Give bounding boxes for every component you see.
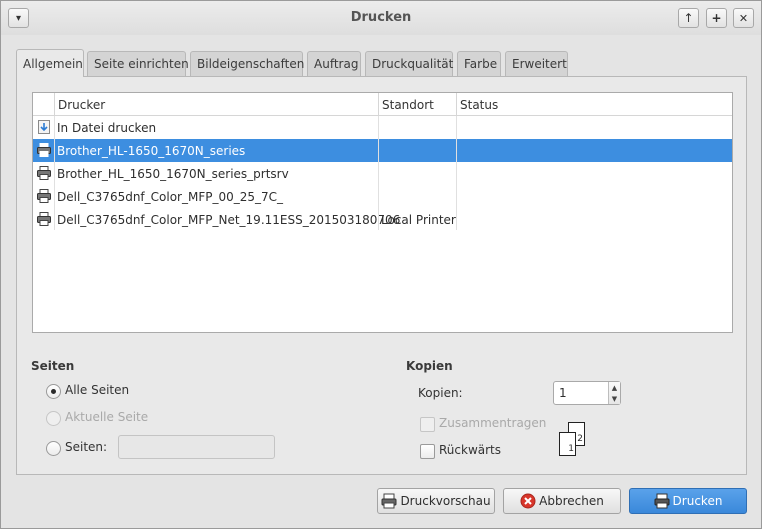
printer-status-cell <box>456 208 732 231</box>
printer-list[interactable]: Drucker Standort Status In Datei drucken… <box>32 92 733 333</box>
printer-row[interactable]: Dell_C3765dnf_Color_MFP_00_25_7C_ <box>33 185 732 208</box>
page-range-radio[interactable] <box>46 441 61 456</box>
arrow-up-icon: ↑ <box>683 11 694 25</box>
tab-job[interactable]: Auftrag <box>307 51 361 76</box>
pages-section-title: Seiten <box>31 359 75 373</box>
close-button[interactable]: ✕ <box>733 8 754 28</box>
printer-location-cell <box>378 139 456 162</box>
copies-count-input[interactable]: 1 ▲ ▼ <box>553 381 621 405</box>
plus-icon: + <box>711 11 722 25</box>
printer-name-cell: In Datei drucken <box>57 120 157 135</box>
copies-section-title: Kopien <box>406 359 453 373</box>
window-title: Drucken <box>350 10 412 25</box>
page-range-label[interactable]: Seiten: <box>65 440 107 454</box>
print-button[interactable]: Drucken <box>629 488 747 514</box>
column-divider <box>456 116 457 230</box>
column-header-printer[interactable]: Drucker <box>54 93 378 116</box>
keep-above-button[interactable]: ↑ <box>678 8 699 28</box>
copies-count-value: 1 <box>559 386 567 400</box>
collate-label: Zusammentragen <box>439 416 547 430</box>
reverse-label[interactable]: Rückwärts <box>439 443 501 457</box>
icon-column-header <box>33 93 54 116</box>
cancel-icon <box>520 493 536 509</box>
print-preview-icon <box>381 493 397 509</box>
copies-spinner[interactable]: ▲ ▼ <box>608 382 620 404</box>
printer-name-cell: Brother_HL-1650_1670N_series <box>57 143 246 158</box>
print-label: Drucken <box>672 494 723 508</box>
column-header-location[interactable]: Standort <box>378 93 456 116</box>
printer-row[interactable]: Brother_HL-1650_1670N_series <box>33 139 732 162</box>
printer-location-cell <box>378 116 456 139</box>
maximize-button[interactable]: + <box>706 8 727 28</box>
printer-icon <box>36 142 52 158</box>
print-preview-button[interactable]: Druckvorschau <box>377 488 495 514</box>
tab-general[interactable]: Allgemein <box>16 49 84 77</box>
current-page-label: Aktuelle Seite <box>65 410 149 424</box>
printer-status-cell <box>456 116 732 139</box>
printer-location-cell: Local Printer <box>381 212 456 227</box>
tab-print-quality[interactable]: Druckqualität <box>365 51 453 76</box>
close-icon: ✕ <box>738 11 749 25</box>
printer-icon <box>36 165 52 181</box>
all-pages-label[interactable]: Alle Seiten <box>65 383 129 397</box>
printer-name-cell: Dell_C3765dnf_Color_MFP_00_25_7C_ <box>57 189 284 204</box>
printer-row[interactable]: Brother_HL_1650_1670N_series_prtsrv <box>33 162 732 185</box>
title-bar: ▾ Drucken ↑ + ✕ <box>1 1 761 35</box>
printer-status-cell <box>456 162 732 185</box>
tab-color[interactable]: Farbe <box>457 51 501 76</box>
tab-page-setup[interactable]: Seite einrichten <box>87 51 189 76</box>
cancel-label: Abbrechen <box>539 494 604 508</box>
copies-count-label: Kopien: <box>418 386 463 400</box>
printer-status-cell <box>456 139 732 162</box>
printer-status-cell <box>456 185 732 208</box>
printer-icon <box>654 493 670 509</box>
printer-row[interactable]: In Datei drucken <box>33 116 732 139</box>
print-preview-label: Druckvorschau <box>400 494 491 508</box>
tab-advanced[interactable]: Erweitert <box>505 51 568 76</box>
page-range-input[interactable] <box>118 435 275 459</box>
reverse-checkbox[interactable] <box>420 444 435 459</box>
collate-pages-icon: 2 1 <box>557 420 589 458</box>
printer-icon <box>36 211 52 227</box>
column-divider <box>54 116 55 230</box>
spin-up-icon[interactable]: ▲ <box>612 384 617 392</box>
column-header-status[interactable]: Status <box>456 93 732 116</box>
print-dialog: ▾ Drucken ↑ + ✕ Allgemein Seite einricht… <box>0 0 762 529</box>
printer-list-header: Drucker Standort Status <box>33 93 732 116</box>
printer-icon <box>36 188 52 204</box>
front-page-icon: 1 <box>559 432 576 456</box>
current-page-radio[interactable] <box>46 411 61 426</box>
printer-name-cell: Brother_HL_1650_1670N_series_prtsrv <box>57 166 289 181</box>
printer-location-cell <box>378 185 456 208</box>
collate-checkbox[interactable] <box>420 417 435 432</box>
column-divider <box>378 116 379 230</box>
printer-location-cell <box>378 162 456 185</box>
all-pages-radio[interactable] <box>46 384 61 399</box>
tab-image-properties[interactable]: Bildeigenschaften <box>190 51 304 76</box>
spin-down-icon[interactable]: ▼ <box>612 395 617 403</box>
printer-row[interactable]: Dell_C3765dnf_Color_MFP_Net_19.11ESS_201… <box>33 208 732 231</box>
printer-name-cell: Dell_C3765dnf_Color_MFP_Net_19.11ESS_201… <box>57 212 401 227</box>
file-download-icon <box>36 119 52 135</box>
cancel-button[interactable]: Abbrechen <box>503 488 621 514</box>
general-panel: Drucker Standort Status In Datei drucken… <box>16 76 747 475</box>
